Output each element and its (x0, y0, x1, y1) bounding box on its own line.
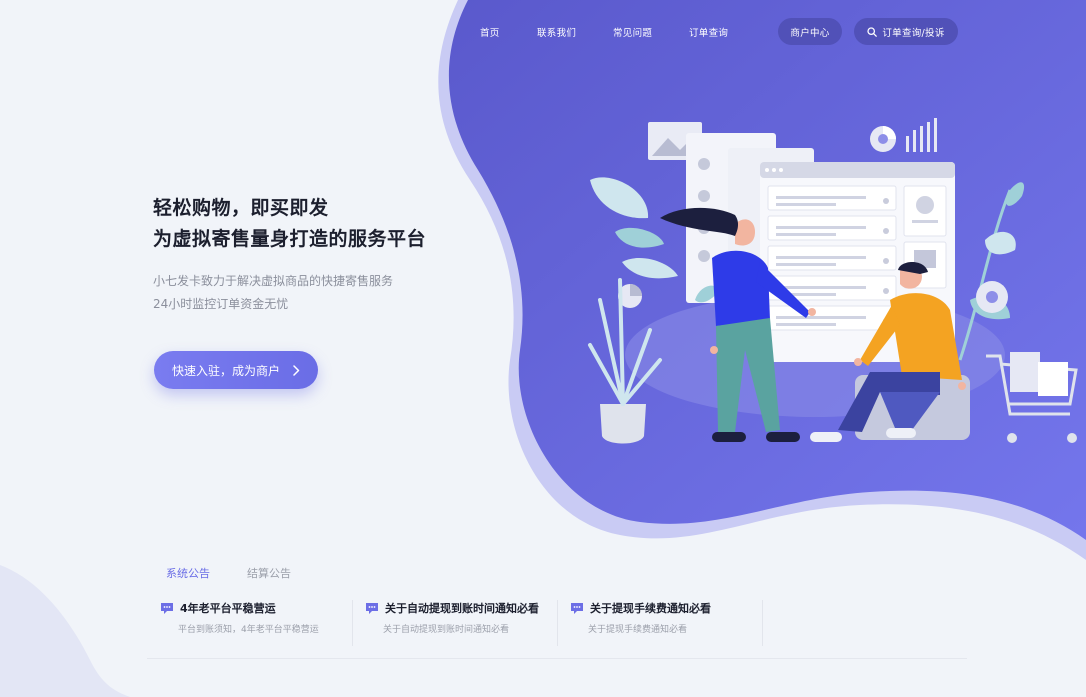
nav-home[interactable]: 首页 (480, 25, 500, 39)
hero-illustration (588, 118, 1078, 444)
become-merchant-button[interactable]: 快速入驻，成为商户 (154, 351, 318, 389)
search-icon (867, 26, 878, 37)
message-icon (161, 603, 173, 614)
notice-divider (352, 600, 353, 646)
notice-title: 关于提现手续费通知必看 (590, 602, 711, 615)
tab-settlement-notice[interactable]: 结算公告 (247, 565, 291, 581)
notice-subtitle: 关于提现手续费通知必看 (588, 625, 688, 635)
hero-desc-line2: 24小时监控订单资金无忧 (153, 297, 289, 311)
top-nav: 首页 联系我们 常见问题 订单查询 商户中心 订单查询/投诉 (0, 18, 1086, 46)
order-search-label: 订单查询/投诉 (882, 27, 945, 39)
merchant-center-label: 商户中心 (790, 27, 830, 39)
message-icon (366, 603, 378, 614)
nav-contact[interactable]: 联系我们 (537, 25, 576, 39)
notice-divider (762, 600, 763, 646)
order-search-button[interactable]: 订单查询/投诉 (854, 18, 958, 45)
nav-order-query[interactable]: 订单查询 (689, 25, 728, 39)
merchant-center-button[interactable]: 商户中心 (778, 18, 842, 45)
chevron-right-icon (293, 365, 300, 376)
notice-title: 4年老平台平稳营运 (180, 602, 276, 615)
message-icon (571, 603, 583, 614)
nav-faq[interactable]: 常见问题 (613, 25, 652, 39)
notice-subtitle: 关于自动提现到账时间通知必看 (383, 625, 510, 635)
notice-divider (557, 600, 558, 646)
notice-item[interactable]: 关于提现手续费通知必看 关于提现手续费通知必看 (570, 600, 760, 646)
become-merchant-label: 快速入驻，成为商户 (172, 363, 281, 378)
notice-item[interactable]: 关于自动提现到账时间通知必看 关于自动提现到账时间通知必看 (365, 600, 555, 646)
hero-desc-line1: 小七发卡致力于解决虚拟商品的快捷寄售服务 (153, 274, 394, 288)
hero-title-line1: 轻松购物，即买即发 (153, 197, 329, 219)
notice-bottom-divider (147, 658, 967, 659)
notice-title: 关于自动提现到账时间通知必看 (385, 602, 539, 615)
notice-subtitle: 平台到账须知，4年老平台平稳营运 (178, 625, 319, 635)
hero-title-line2: 为虚拟寄售量身打造的服务平台 (153, 228, 427, 250)
notice-item[interactable]: 4年老平台平稳营运 平台到账须知，4年老平台平稳营运 (160, 600, 350, 646)
tab-system-notice[interactable]: 系统公告 (166, 565, 210, 581)
